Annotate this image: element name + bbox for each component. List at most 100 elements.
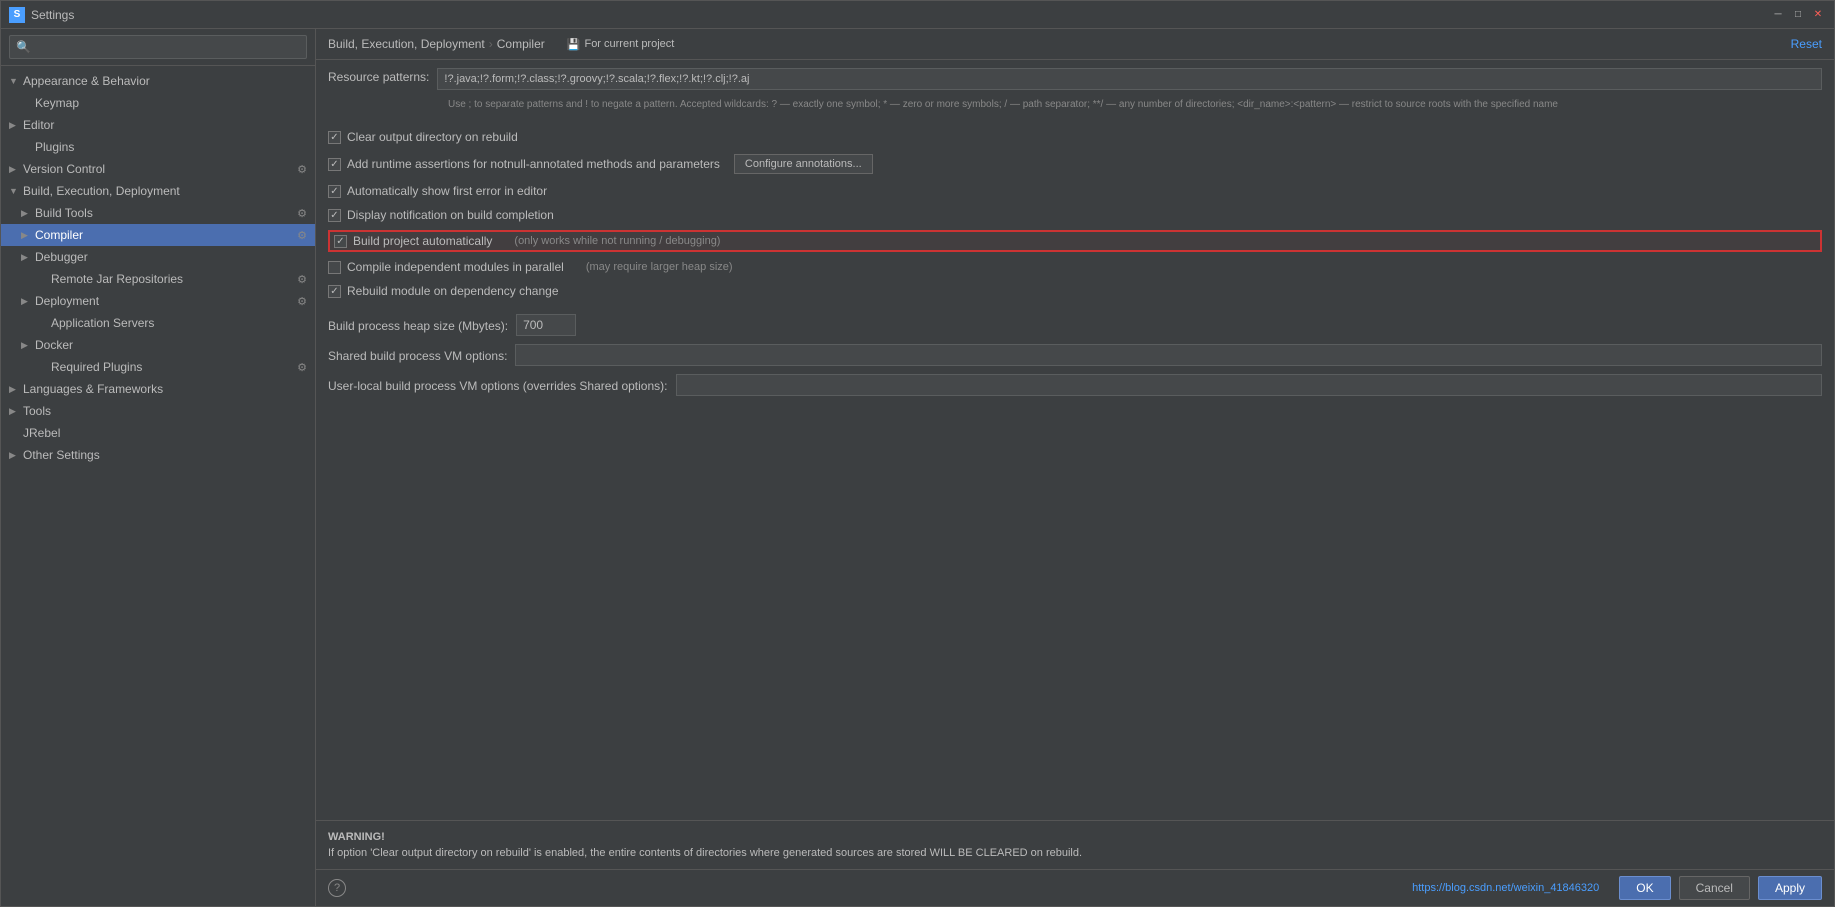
sidebar-item-tools[interactable]: ▶ Tools (1, 400, 315, 422)
sidebar-item-remote-jar[interactable]: Remote Jar Repositories ⚙ (1, 268, 315, 290)
sidebar-item-other-label: Other Settings (23, 448, 100, 462)
bottom-left: ? (328, 879, 346, 897)
close-button[interactable]: ✕ (1810, 7, 1826, 23)
sidebar-item-debugger[interactable]: ▶ Debugger (1, 246, 315, 268)
sidebar-item-version-control[interactable]: ▶ Version Control ⚙ (1, 158, 315, 180)
url-text: https://blog.csdn.net/weixin_41846320 (1412, 882, 1599, 894)
show-first-error-label: Automatically show first error in editor (347, 184, 547, 198)
window-title: Settings (31, 8, 74, 22)
sidebar-item-editor-label: Editor (23, 118, 54, 132)
sidebar-item-other-settings[interactable]: ▶ Other Settings (1, 444, 315, 466)
expand-icon-build-tools: ▶ (21, 208, 31, 219)
compile-parallel-checkbox[interactable] (328, 261, 341, 274)
expand-icon-deployment: ▶ (21, 296, 31, 307)
sidebar-item-docker[interactable]: ▶ Docker (1, 334, 315, 356)
heap-size-label: Build process heap size (Mbytes): (328, 317, 508, 333)
resource-patterns-label: Resource patterns: (328, 68, 429, 84)
compile-parallel-label: Compile independent modules in parallel (347, 260, 564, 274)
expand-icon-languages: ▶ (9, 384, 19, 395)
expand-icon-vc: ▶ (9, 164, 19, 175)
sidebar-item-vc-label: Version Control (23, 162, 105, 176)
sidebar-item-appearance[interactable]: ▼ Appearance & Behavior (1, 70, 315, 92)
heap-size-input[interactable] (516, 314, 576, 336)
sidebar: ▼ Appearance & Behavior Keymap ▶ Editor … (1, 29, 316, 906)
bottom-right: https://blog.csdn.net/weixin_41846320 OK… (1412, 876, 1822, 900)
search-box (1, 29, 315, 66)
sidebar-item-appearance-label: Appearance & Behavior (23, 74, 150, 88)
sidebar-item-debugger-label: Debugger (35, 250, 88, 264)
disk-icon: 💾 (567, 38, 581, 51)
minimize-button[interactable]: ─ (1770, 7, 1786, 23)
breadcrumb: Build, Execution, Deployment › Compiler (328, 37, 545, 51)
shared-vm-input[interactable] (515, 344, 1822, 366)
sidebar-item-languages[interactable]: ▶ Languages & Frameworks (1, 378, 315, 400)
sidebar-item-required-plugins[interactable]: Required Plugins ⚙ (1, 356, 315, 378)
show-first-error-checkbox[interactable] (328, 185, 341, 198)
clear-output-row: Clear output directory on rebuild (328, 128, 1822, 146)
breadcrumb-parent: Build, Execution, Deployment (328, 37, 485, 51)
breadcrumb-current: Compiler (497, 37, 545, 51)
sidebar-item-languages-label: Languages & Frameworks (23, 382, 163, 396)
window-controls: ─ □ ✕ (1770, 7, 1826, 23)
rebuild-module-checkbox[interactable] (328, 285, 341, 298)
clear-output-label: Clear output directory on rebuild (347, 130, 518, 144)
gear-icon-vc: ⚙ (297, 163, 307, 176)
sidebar-item-application-servers[interactable]: Application Servers (1, 312, 315, 334)
gear-icon-req-plugins: ⚙ (297, 361, 307, 374)
main-content: ▼ Appearance & Behavior Keymap ▶ Editor … (1, 29, 1834, 906)
add-runtime-label: Add runtime assertions for notnull-annot… (347, 157, 720, 171)
expand-icon-editor: ▶ (9, 120, 19, 131)
build-automatically-label: Build project automatically (353, 234, 492, 248)
panel-body: Resource patterns: Use ; to separate pat… (316, 60, 1834, 448)
nav-tree: ▼ Appearance & Behavior Keymap ▶ Editor … (1, 66, 315, 906)
rebuild-module-label: Rebuild module on dependency change (347, 284, 559, 298)
sidebar-item-keymap-label: Keymap (35, 96, 79, 110)
build-automatically-checkbox[interactable] (334, 235, 347, 248)
display-notification-label: Display notification on build completion (347, 208, 554, 222)
sidebar-item-tools-label: Tools (23, 404, 51, 418)
reset-button[interactable]: Reset (1791, 37, 1822, 51)
display-notification-checkbox[interactable] (328, 209, 341, 222)
show-first-error-row: Automatically show first error in editor (328, 182, 1822, 200)
sidebar-item-editor[interactable]: ▶ Editor (1, 114, 315, 136)
shared-vm-row: Shared build process VM options: (328, 344, 1822, 366)
expand-icon: ▼ (9, 76, 19, 86)
expand-icon-build: ▼ (9, 186, 19, 196)
sidebar-item-jrebel[interactable]: JRebel (1, 422, 315, 444)
sidebar-item-deployment[interactable]: ▶ Deployment ⚙ (1, 290, 315, 312)
resource-patterns-input[interactable] (437, 68, 1822, 90)
ok-button[interactable]: OK (1619, 876, 1670, 900)
add-runtime-checkbox[interactable] (328, 158, 341, 171)
sidebar-item-keymap[interactable]: Keymap (1, 92, 315, 114)
sidebar-item-build-tools[interactable]: ▶ Build Tools ⚙ (1, 202, 315, 224)
search-input[interactable] (9, 35, 307, 59)
user-local-vm-row: User-local build process VM options (ove… (328, 374, 1822, 396)
expand-icon-docker: ▶ (21, 340, 31, 351)
warning-text: If option 'Clear output directory on reb… (328, 847, 1822, 859)
expand-icon-compiler: ▶ (21, 230, 31, 241)
warning-title: WARNING! (328, 831, 1822, 843)
display-notification-row: Display notification on build completion (328, 206, 1822, 224)
shared-vm-label: Shared build process VM options: (328, 347, 507, 363)
sidebar-item-compiler[interactable]: ▶ Compiler ⚙ (1, 224, 315, 246)
bottom-bar: ? https://blog.csdn.net/weixin_41846320 … (316, 869, 1834, 906)
clear-output-checkbox[interactable] (328, 131, 341, 144)
user-local-vm-input[interactable] (676, 374, 1823, 396)
add-runtime-row: Add runtime assertions for notnull-annot… (328, 152, 1822, 176)
cancel-button[interactable]: Cancel (1679, 876, 1750, 900)
sidebar-item-plugins[interactable]: Plugins (1, 136, 315, 158)
sidebar-item-build-execution[interactable]: ▼ Build, Execution, Deployment (1, 180, 315, 202)
configure-annotations-button[interactable]: Configure annotations... (734, 154, 873, 174)
help-button[interactable]: ? (328, 879, 346, 897)
expand-icon-debugger: ▶ (21, 252, 31, 263)
user-local-vm-label: User-local build process VM options (ove… (328, 377, 668, 393)
sidebar-item-build-label: Build, Execution, Deployment (23, 184, 180, 198)
for-project-label: For current project (584, 38, 674, 50)
build-automatically-note: (only works while not running / debuggin… (514, 235, 720, 247)
settings-window: S Settings ─ □ ✕ ▼ Appearance & Behavior (0, 0, 1835, 907)
sidebar-item-compiler-label: Compiler (35, 228, 83, 242)
maximize-button[interactable]: □ (1790, 7, 1806, 23)
title-bar-left: S Settings (9, 7, 74, 23)
gear-icon-build-tools: ⚙ (297, 207, 307, 220)
apply-button[interactable]: Apply (1758, 876, 1822, 900)
